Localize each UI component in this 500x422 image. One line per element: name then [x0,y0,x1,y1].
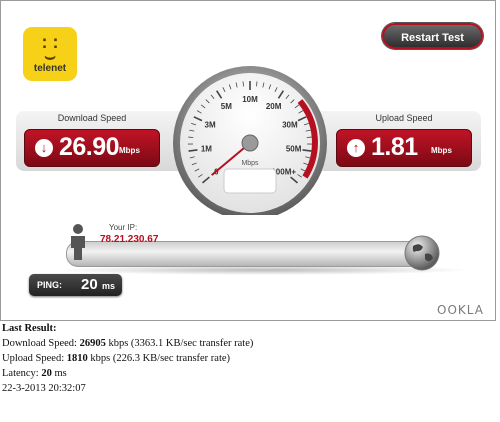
gauge-minor-tick [242,81,244,87]
ping-readout: PING: 20 ms [29,274,122,296]
download-readout: ↓ 26.90 Mbps [24,129,160,167]
gauge-readout-window [223,168,277,194]
ip-value: 78.21.230.67 [100,234,159,245]
gauge-tick-label: 1M [201,145,212,154]
gauge-tick-label: 50M [286,145,302,154]
result-download: Download Speed: 26905 kbps (3363.1 KB/se… [2,338,254,349]
arrow-up-icon: ↑ [347,139,365,157]
download-panel: Download Speed ↓ 26.90 Mbps [17,111,167,171]
download-title: Download Speed [57,113,127,123]
gauge-unit: Mbps [241,160,259,167]
result-latency: Latency: 20 ms [2,368,67,379]
globe-icon [404,235,440,271]
upload-value: 1.81 [371,133,418,161]
gauge-tick-label: 3M [205,120,216,129]
result-upload: Upload Speed: 1810 kbps (226.3 KB/sec tr… [2,353,231,364]
last-result: Last Result: Download Speed: 26905 kbps … [2,321,253,396]
upload-panel: Upload Speed ↑ 1.81 Mbps [329,111,479,171]
result-timestamp: 22-3-2013 20:32:07 [2,383,86,394]
upload-title: Upload Speed [375,113,433,123]
gauge-tick-label: 5M [221,102,232,111]
download-unit: Mbps [119,146,140,155]
ping-label: PING: [37,280,63,290]
ip-label: Your IP: [109,223,138,232]
restart-test-button[interactable]: Restart Test [382,23,483,49]
gauge-tick-label: 30M [282,120,298,129]
download-value: 26.90 [59,133,120,161]
gauge-hub [241,134,259,152]
upload-unit: Mbps [431,146,452,155]
brand-name: telenet [33,63,67,74]
brand-logo: : : ⌣ telenet [23,27,77,81]
ookla-logo: OOKLA [437,303,484,317]
gauge-minor-tick [256,81,258,87]
result-title: Last Result: [2,323,57,334]
speed-gauge: 01M3M5M10M20M30M50M100M+ Mbps [173,66,327,215]
user-person-icon [71,224,85,260]
result-download-value: 26905 [79,338,106,349]
ping-value: 20 [81,276,98,293]
upload-readout: ↑ 1.81 Mbps [336,129,472,167]
gauge-tick-label: 10M [242,95,258,104]
smiley-logo-icon: : : ⌣ [41,32,59,66]
speedtest-widget: : : ⌣ telenet Restart Test Download Speed… [0,0,496,321]
ping-unit: ms [102,281,116,291]
gauge-tick-label: 20M [266,102,282,111]
arrow-down-icon: ↓ [35,139,53,157]
result-latency-value: 20 [41,368,52,379]
result-upload-value: 1810 [66,353,88,364]
